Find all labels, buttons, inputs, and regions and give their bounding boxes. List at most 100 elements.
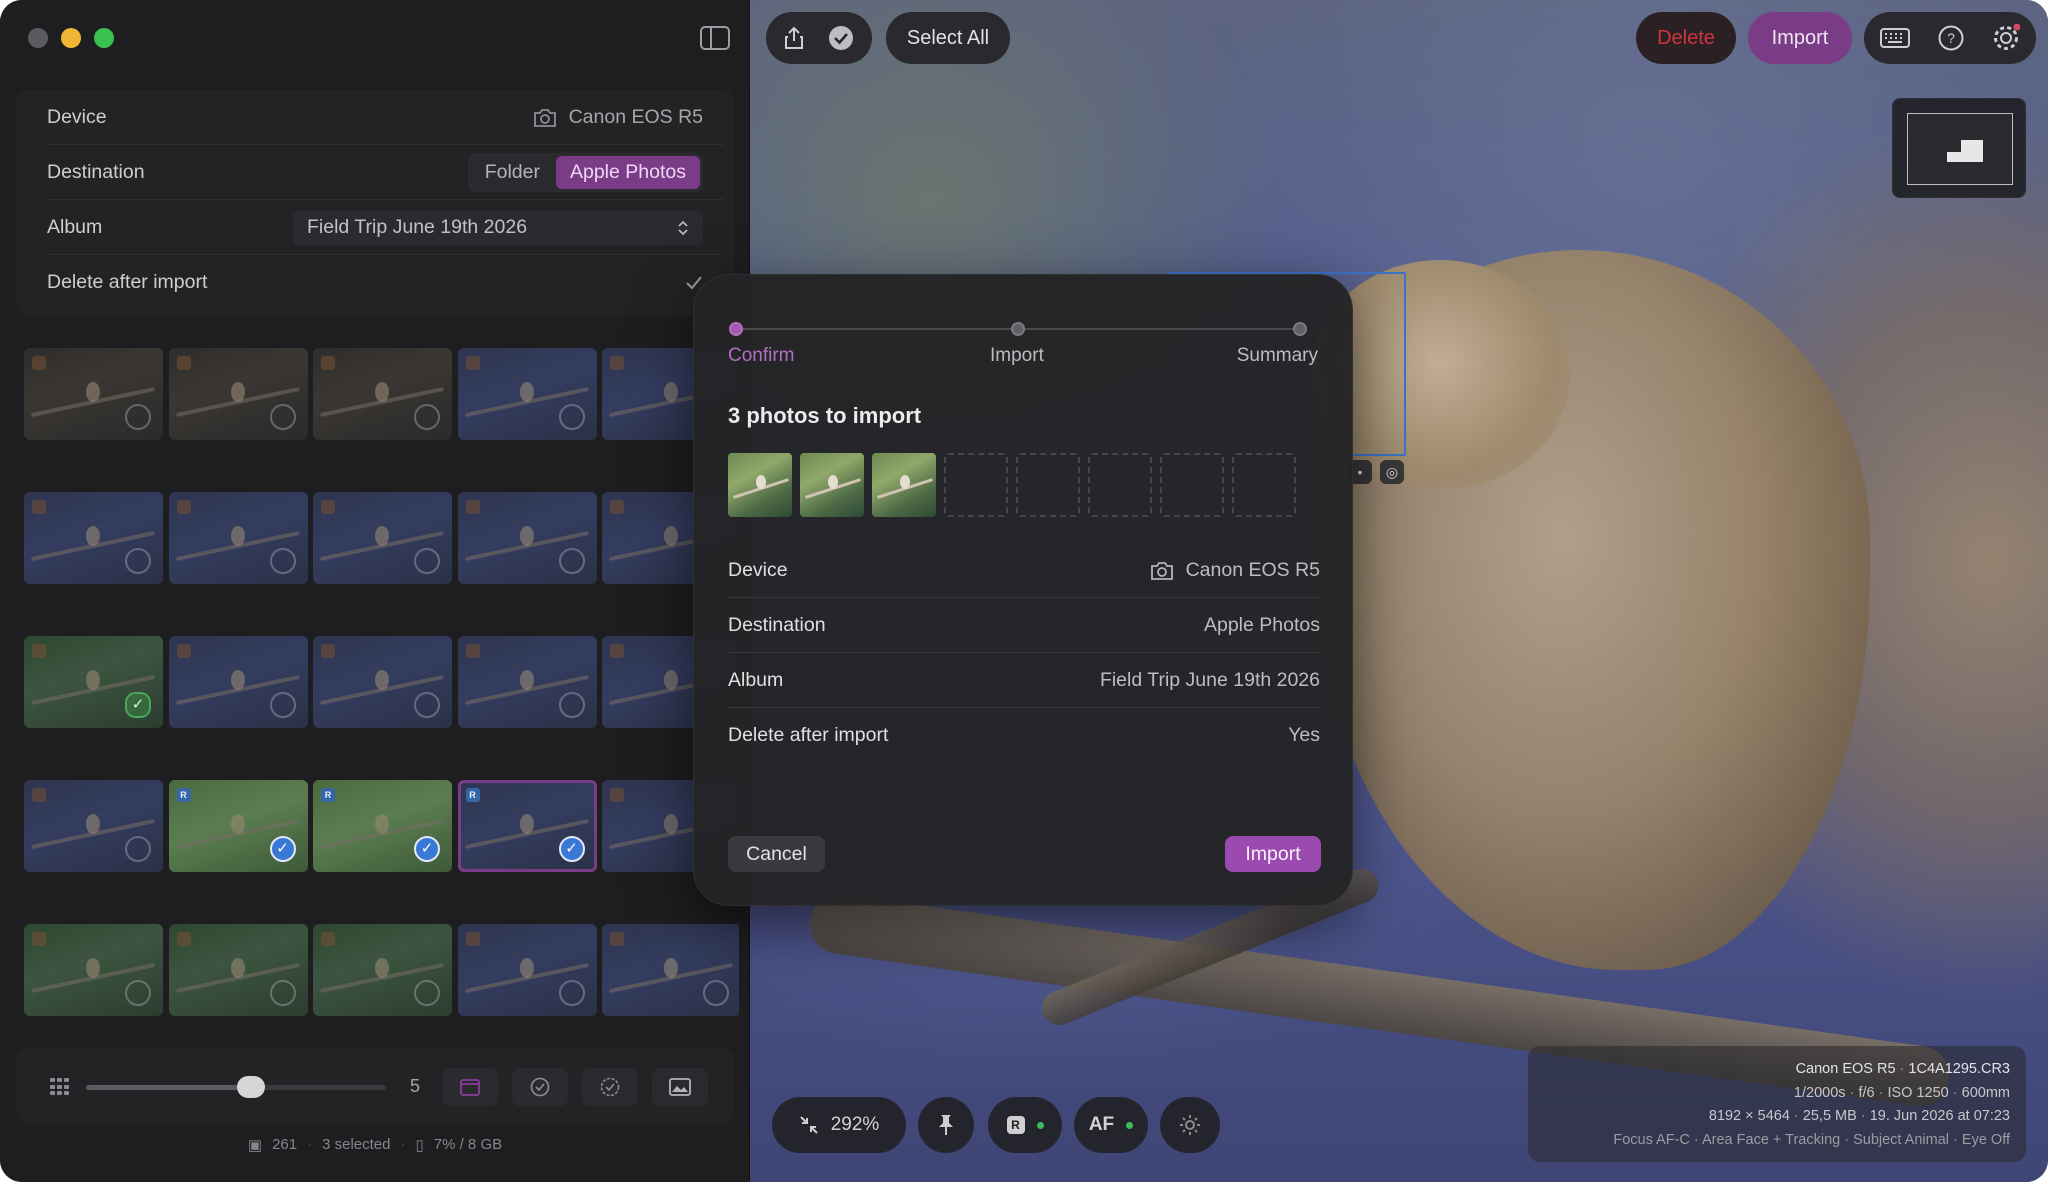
selection-checkbox[interactable] xyxy=(269,548,296,574)
thumbnail-size-slider[interactable] xyxy=(86,1076,386,1098)
keyboard-icon[interactable] xyxy=(1880,28,1910,48)
checkmark-circle-icon[interactable] xyxy=(828,25,854,51)
selection-checkbox[interactable] xyxy=(269,980,296,1006)
photo-thumbnail[interactable] xyxy=(24,924,163,1016)
photo-thumbnail[interactable] xyxy=(24,348,163,440)
selection-checkbox[interactable] xyxy=(414,980,440,1006)
selection-checkbox[interactable] xyxy=(558,548,585,574)
eye-detect-icon[interactable]: ◎ xyxy=(1380,460,1404,484)
thumbnail-bird xyxy=(375,382,389,402)
selection-checkbox[interactable]: ✓ xyxy=(269,836,296,862)
selection-checkbox[interactable] xyxy=(414,692,440,718)
photo-thumbnail[interactable] xyxy=(168,492,308,584)
thumbnail-bird xyxy=(519,382,534,402)
photo-thumbnail[interactable] xyxy=(313,924,452,1016)
zoom-window-button[interactable] xyxy=(94,28,114,48)
destination-apple-photos-option[interactable]: Apple Photos xyxy=(555,156,700,189)
photo-thumbnail[interactable] xyxy=(168,924,308,1016)
delete-button[interactable]: Delete xyxy=(1636,12,1736,64)
cancel-button[interactable]: Cancel xyxy=(728,836,825,872)
selection-checkbox[interactable] xyxy=(703,980,729,1006)
selected-filter-button[interactable] xyxy=(512,1068,568,1106)
selection-checkbox[interactable] xyxy=(558,404,585,430)
album-select[interactable]: Field Trip June 19th 2026 xyxy=(293,210,703,245)
photo-thumbnail[interactable] xyxy=(168,348,308,440)
zoom-control[interactable]: 292% xyxy=(772,1097,906,1153)
empty-preview-slot xyxy=(1232,453,1296,517)
exif-file: 1C4A1295.CR3 xyxy=(1908,1061,2010,1077)
album-row: Album Field Trip June 19th 2026 xyxy=(16,200,734,255)
confirm-import-button[interactable]: Import xyxy=(1225,836,1321,872)
selection-checkbox[interactable] xyxy=(125,980,151,1006)
raw-format-badge xyxy=(176,356,191,370)
sidebar-toggle-icon[interactable] xyxy=(700,26,730,50)
photo-thumbnail[interactable] xyxy=(457,636,597,728)
selection-checkbox[interactable] xyxy=(414,548,440,574)
import-preview-thumbnail xyxy=(728,453,792,517)
dialog-destination-value: Apple Photos xyxy=(1203,614,1320,636)
raw-format-badge xyxy=(176,644,191,658)
help-icon[interactable]: ? xyxy=(1938,25,1964,51)
photo-thumbnail[interactable]: R ✓ xyxy=(168,780,308,872)
dialog-device-value-group: Canon EOS R5 xyxy=(1150,559,1320,582)
photo-thumbnail[interactable] xyxy=(313,348,452,440)
minimize-window-button[interactable] xyxy=(61,28,81,48)
share-check-group xyxy=(766,12,872,64)
selection-checkbox[interactable] xyxy=(558,692,585,718)
dialog-device-value: Canon EOS R5 xyxy=(1185,559,1320,581)
photo-thumbnail[interactable] xyxy=(313,492,452,584)
share-icon[interactable] xyxy=(784,26,804,50)
destination-folder-option[interactable]: Folder xyxy=(471,156,554,189)
exposure-button[interactable] xyxy=(1160,1097,1220,1153)
exif-shutter: 1/2000s xyxy=(1793,1084,1846,1101)
photo-thumbnail[interactable]: ✓ xyxy=(24,636,163,728)
raw-toggle[interactable]: R xyxy=(988,1097,1062,1153)
preview-mode-button[interactable] xyxy=(652,1068,708,1106)
calendar-filter-button[interactable] xyxy=(442,1068,498,1106)
raw-badge: R xyxy=(1006,1116,1025,1134)
photo-thumbnail[interactable] xyxy=(24,492,163,584)
status-separator: · xyxy=(307,1136,313,1153)
gear-icon[interactable] xyxy=(1992,24,2020,52)
pin-button[interactable] xyxy=(918,1097,974,1153)
selection-checkbox[interactable] xyxy=(269,692,296,718)
photo-thumbnail[interactable]: R ✓ xyxy=(313,780,452,872)
exif-size: 25,5 MB xyxy=(1802,1108,1857,1124)
close-window-button[interactable] xyxy=(28,28,48,48)
shrink-icon[interactable] xyxy=(799,1115,819,1135)
thumbnail-bird xyxy=(664,814,678,834)
photo-thumbnail[interactable] xyxy=(24,780,163,872)
navigator-minimap[interactable] xyxy=(1892,98,2026,198)
selection-checkbox[interactable] xyxy=(125,404,151,430)
photo-thumbnail[interactable] xyxy=(313,636,452,728)
raw-format-badge xyxy=(610,788,624,802)
photo-thumbnail[interactable] xyxy=(168,636,308,728)
selection-checkbox[interactable] xyxy=(414,404,440,430)
raw-format-badge xyxy=(32,644,46,658)
thumbnail-bird xyxy=(664,670,678,690)
af-overlay-toggle[interactable]: AF xyxy=(1074,1097,1148,1153)
import-button[interactable]: Import xyxy=(1748,12,1852,64)
imported-check-icon[interactable]: ✓ xyxy=(125,692,151,718)
selection-checkbox[interactable] xyxy=(125,548,151,574)
selection-checkbox[interactable] xyxy=(125,836,151,862)
minimap-viewport[interactable] xyxy=(1947,140,1983,162)
empty-preview-slot xyxy=(944,453,1008,517)
selection-checkbox[interactable]: ✓ xyxy=(414,836,440,862)
photo-thumbnail[interactable] xyxy=(457,924,597,1016)
selection-checkbox[interactable] xyxy=(558,980,585,1006)
photo-thumbnail[interactable] xyxy=(457,348,597,440)
selection-checkbox[interactable] xyxy=(269,404,296,430)
dialog-album-row: Album Field Trip June 19th 2026 xyxy=(728,653,1320,708)
photo-thumbnail[interactable] xyxy=(602,924,739,1016)
selection-checkbox[interactable]: ✓ xyxy=(558,836,585,862)
slider-knob[interactable] xyxy=(237,1076,265,1098)
raw-format-badge xyxy=(321,500,335,514)
import-preview-thumbnail xyxy=(800,453,864,517)
photo-thumbnail[interactable]: R ✓ xyxy=(457,780,597,872)
step-label-import: Import xyxy=(990,345,1044,366)
select-all-button[interactable]: Select All xyxy=(886,12,1010,64)
imported-filter-button[interactable] xyxy=(582,1068,638,1106)
camera-icon xyxy=(533,108,557,128)
photo-thumbnail[interactable] xyxy=(457,492,597,584)
